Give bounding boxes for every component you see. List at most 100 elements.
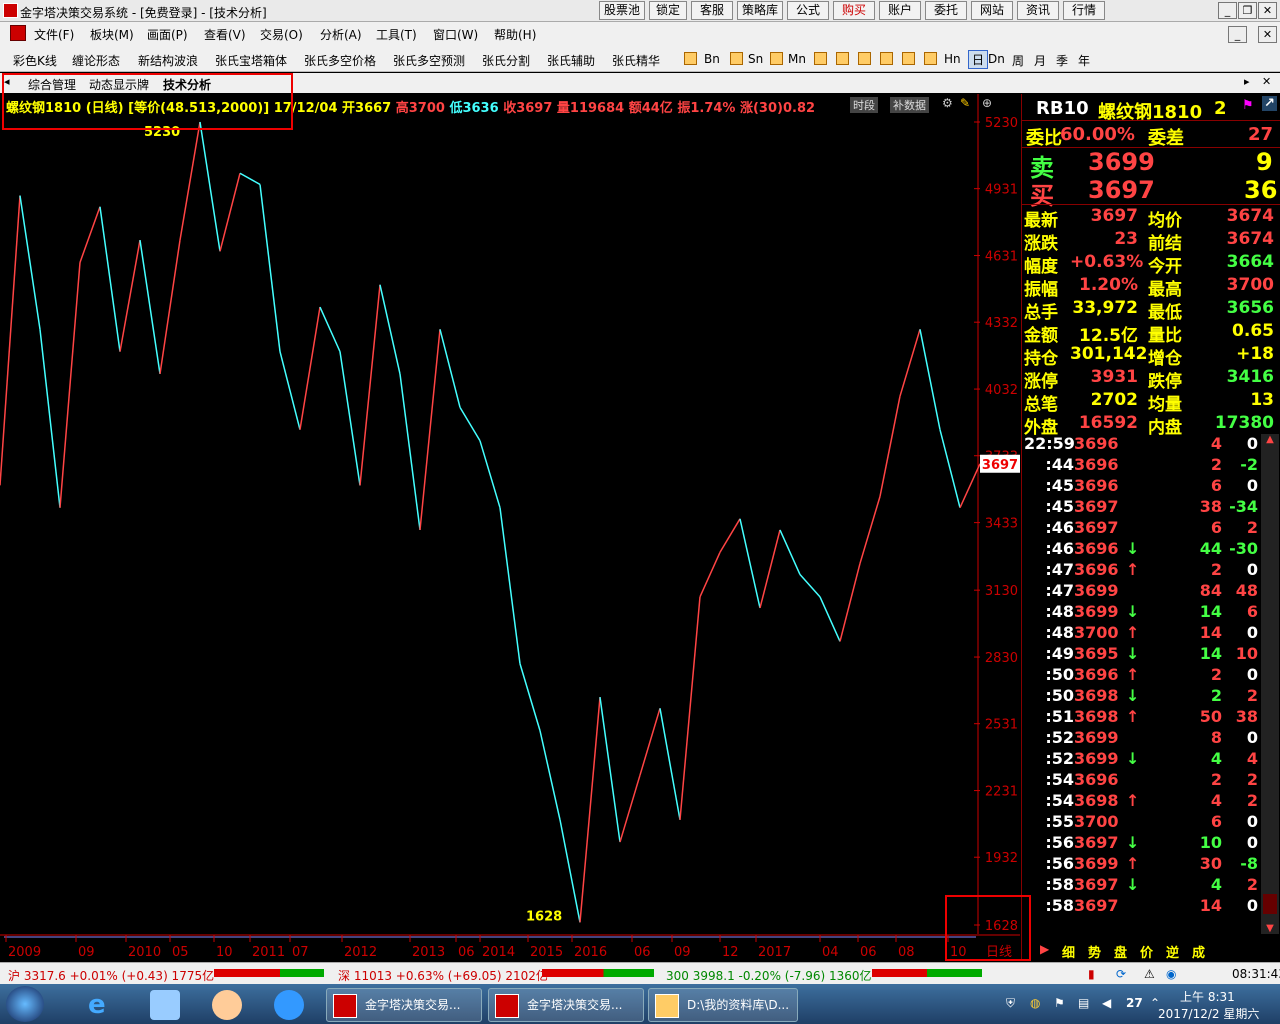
price-chart[interactable]: 5230493146314332403237333433313028302531… [0, 94, 1020, 960]
top-button-0[interactable]: 股票池 [599, 1, 645, 20]
toolbar-item-3[interactable]: 张氏宝塔箱体 [215, 52, 287, 69]
mdi-minimize-icon[interactable]: _ [1228, 26, 1247, 43]
mdi-close-icon[interactable]: ✕ [1258, 26, 1277, 43]
tray-day: 27 [1126, 996, 1143, 1010]
status-info-icon[interactable]: ◉ [1166, 967, 1176, 981]
price-segment-46 [919, 329, 941, 430]
start-button[interactable] [6, 986, 44, 1022]
period-icon-day[interactable] [924, 52, 937, 65]
taskbar-task-1[interactable]: 金字塔决策交易... [488, 988, 644, 1022]
bird-icon[interactable] [274, 990, 304, 1020]
toolbar-item-4[interactable]: 张氏多空价格 [304, 52, 376, 69]
taskbar-task-0[interactable]: 金字塔决策交易... [326, 988, 482, 1022]
top-button-8[interactable]: 网站 [971, 1, 1013, 20]
period-季[interactable]: 季 [1056, 52, 1068, 69]
top-button-1[interactable]: 锁定 [649, 1, 687, 20]
period-日[interactable]: 日 [968, 50, 989, 69]
menu-item-3[interactable]: 查看(V) [204, 26, 246, 43]
top-button-4[interactable]: 公式 [787, 1, 829, 20]
tab-scroll-right-icon[interactable]: ▸ [1244, 75, 1250, 88]
menu-item-7[interactable]: 窗口(W) [433, 26, 478, 43]
volume-tray-icon[interactable]: ◀ [1102, 996, 1111, 1010]
period-minute-icon-0[interactable] [730, 52, 743, 65]
toolbar-item-1[interactable]: 缠论形态 [72, 52, 120, 69]
period-minute-icon-1[interactable] [770, 52, 783, 65]
paint-icon[interactable] [212, 990, 242, 1020]
period-minute-icon-2[interactable] [814, 52, 827, 65]
price-segment-29 [579, 697, 601, 923]
status-db-icon[interactable]: ▮ [1088, 967, 1095, 981]
y-tick-label-7: 3130 [985, 584, 1018, 599]
flag-tray-icon[interactable]: ⚑ [1054, 996, 1065, 1010]
menu-item-8[interactable]: 帮助(H) [494, 26, 536, 43]
menu-item-1[interactable]: 板块(M) [90, 26, 134, 43]
stat-value2-2: 3664 [1226, 252, 1274, 272]
min-price-label: 1628 [526, 909, 562, 924]
shield-tray-icon[interactable]: ⛨ [1006, 996, 1015, 1011]
app-pin-icon[interactable] [150, 990, 180, 1020]
sell-price: 3699 [1088, 148, 1155, 176]
period-周[interactable]: 周 [1012, 52, 1024, 69]
quote-tab-5[interactable]: 成 [1192, 942, 1205, 961]
app-menu-icon[interactable] [10, 25, 26, 41]
period-minute-icon-4[interactable] [858, 52, 871, 65]
period-Dn[interactable]: Dn [988, 52, 1005, 66]
period-Sn[interactable]: Sn [748, 52, 763, 66]
top-button-6[interactable]: 账户 [879, 1, 921, 20]
clock-time: 上午 8:31 [1180, 990, 1235, 1004]
chart-area[interactable]: 螺纹钢1810 (日线) [等价(48.513,2000)] 17/12/04 … [0, 94, 1020, 960]
top-button-2[interactable]: 客服 [691, 1, 733, 20]
toolbar-item-6[interactable]: 张氏分割 [482, 52, 530, 69]
scrollbar-thumb[interactable] [1263, 894, 1277, 914]
ie-icon[interactable]: e [88, 990, 118, 1020]
period-Hn[interactable]: Hn [944, 52, 961, 66]
top-button-10[interactable]: 行情 [1063, 1, 1105, 20]
quote-tab-0[interactable]: 细 [1062, 942, 1075, 961]
close-icon[interactable]: ✕ [1258, 2, 1277, 19]
menu-item-6[interactable]: 工具(T) [376, 26, 417, 43]
tick-vol-20: 30 [1199, 854, 1222, 873]
minimize-icon[interactable]: _ [1218, 2, 1237, 19]
restore-icon[interactable]: ❐ [1238, 2, 1257, 19]
menu-item-2[interactable]: 画面(P) [147, 26, 188, 43]
quote-tab-arrow-icon[interactable]: ▶ [1040, 942, 1049, 956]
tick-time-1: :44 [1045, 455, 1074, 474]
price-segment-11 [219, 173, 241, 252]
menu-item-5[interactable]: 分析(A) [320, 26, 362, 43]
tick-vol-9: 14 [1199, 623, 1222, 642]
period-月[interactable]: 月 [1034, 52, 1046, 69]
quote-tab-1[interactable]: 势 [1088, 942, 1101, 961]
toolbar-item-7[interactable]: 张氏辅助 [547, 52, 595, 69]
quote-flag-icon[interactable]: ⚑ [1242, 98, 1254, 113]
period-年[interactable]: 年 [1078, 52, 1090, 69]
quote-tab-2[interactable]: 盘 [1114, 942, 1127, 961]
top-button-9[interactable]: 资讯 [1017, 1, 1059, 20]
toolbar-item-2[interactable]: 新结构波浪 [138, 52, 198, 69]
panel-close-icon[interactable]: ✕ [1262, 75, 1271, 88]
taskbar-task-2[interactable]: D:\我的资料库\D... [648, 988, 798, 1022]
period-Bn[interactable]: Bn [704, 52, 720, 66]
quote-expand-icon[interactable]: ↗ [1262, 96, 1277, 111]
period-minute-icon-3[interactable] [836, 52, 849, 65]
period-icon-hour[interactable] [902, 52, 915, 65]
top-button-7[interactable]: 委托 [925, 1, 967, 20]
top-button-5[interactable]: 购买 [833, 1, 875, 20]
status-net-icon[interactable]: ⟳ [1116, 967, 1126, 981]
quote-tab-4[interactable]: 逆 [1166, 942, 1179, 961]
menu-item-4[interactable]: 交易(O) [260, 26, 303, 43]
ticks-scrollbar[interactable]: ▲ ▼ [1261, 434, 1279, 934]
network-tray-icon[interactable]: ▤ [1078, 996, 1089, 1010]
tick-vol-16: 2 [1210, 770, 1222, 789]
period-Mn[interactable]: Mn [788, 52, 806, 66]
toolbar-item-0[interactable]: 彩色K线 [13, 52, 57, 69]
period-icon-chart[interactable] [684, 52, 697, 65]
chrome-tray-icon[interactable]: ◍ [1030, 996, 1040, 1010]
toolbar-item-8[interactable]: 张氏精华 [612, 52, 660, 69]
x-tick-label-9: 06 [458, 945, 475, 960]
period-minute-icon-5[interactable] [880, 52, 893, 65]
status-alert-icon[interactable]: ⚠ [1144, 967, 1155, 981]
quote-tab-3[interactable]: 价 [1140, 942, 1153, 961]
top-button-3[interactable]: 策略库 [737, 1, 783, 20]
menu-item-0[interactable]: 文件(F) [34, 26, 74, 43]
toolbar-item-5[interactable]: 张氏多空预测 [393, 52, 465, 69]
